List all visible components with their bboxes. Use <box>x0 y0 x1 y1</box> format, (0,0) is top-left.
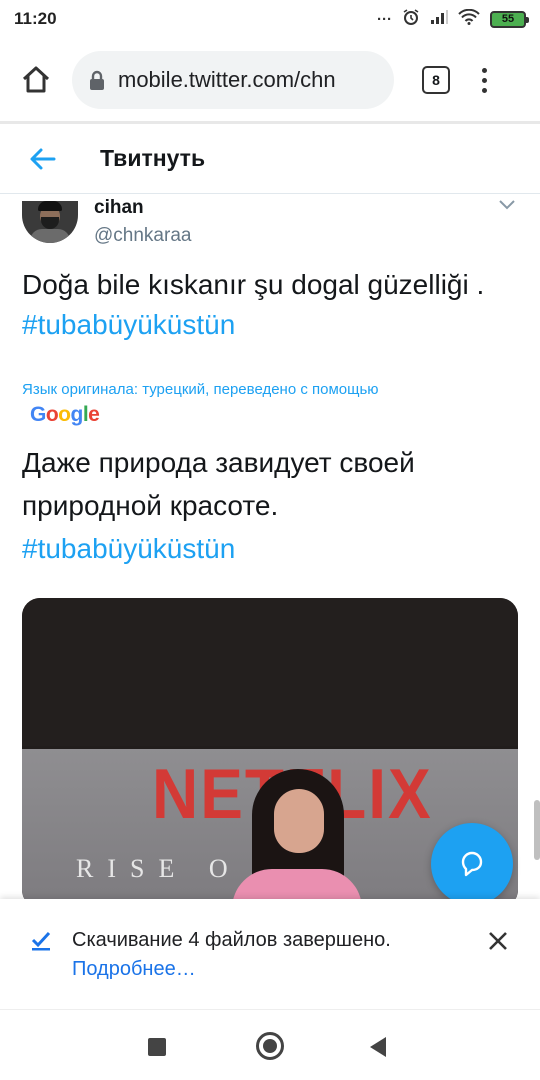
home-icon <box>22 66 50 93</box>
translation-body: Даже природа завидует своей природной кр… <box>22 447 415 521</box>
translation-notice: Язык оригинала: турецкий, переведено с п… <box>22 381 379 398</box>
compose-reply-button[interactable] <box>431 823 513 905</box>
google-logo: Google <box>30 403 100 426</box>
download-title: Скачивание 4 файлов завершено. <box>72 929 391 951</box>
status-time: 11:20 <box>14 9 57 28</box>
scrollbar[interactable] <box>534 800 540 860</box>
menu-dot <box>481 67 487 73</box>
lock-icon <box>90 70 104 90</box>
chat-bubble-icon <box>461 851 483 877</box>
page-title: Твитнуть <box>100 145 206 171</box>
system-nav-bar <box>0 1009 540 1080</box>
home-nav-button[interactable] <box>256 1032 284 1060</box>
download-notification: Скачивание 4 файлов завершено. Подробнее… <box>0 899 540 1009</box>
battery-icon: 55 <box>490 10 529 28</box>
home-button[interactable] <box>14 58 58 102</box>
download-complete-icon <box>31 931 51 951</box>
alarm-icon <box>402 8 420 30</box>
display-name[interactable]: cihan <box>94 197 191 219</box>
close-icon[interactable] <box>486 929 510 953</box>
browser-menu-button[interactable] <box>480 67 488 93</box>
address-bar[interactable]: mobile.twitter.com/chn <box>72 51 394 109</box>
status-bar: 11:20 ··· 55 <box>0 0 540 38</box>
video-frame-dark <box>22 598 518 746</box>
hashtag-link[interactable]: #tubabüyüküstün <box>22 309 235 340</box>
menu-dot <box>481 87 487 93</box>
wifi-icon <box>458 8 480 29</box>
chevron-down-icon[interactable] <box>498 199 516 211</box>
dots-icon: ··· <box>377 10 392 28</box>
download-details-link[interactable]: Подробнее… <box>72 958 196 981</box>
recents-button[interactable] <box>148 1038 166 1056</box>
avatar[interactable] <box>22 201 78 243</box>
menu-dot <box>481 77 487 83</box>
browser-toolbar: mobile.twitter.com/chn 8 <box>0 40 540 120</box>
page-header: Твитнуть <box>0 124 540 194</box>
url-text: mobile.twitter.com/chn <box>118 67 336 92</box>
translated-text: Даже природа завидует своей природной кр… <box>22 441 518 570</box>
tweet-author[interactable]: cihan @chnkaraa <box>22 197 191 247</box>
tweet-body: Doğa bile kıskanır şu dogal güzelliği . <box>22 269 485 300</box>
user-handle[interactable]: @chnkaraa <box>94 225 191 247</box>
translation-hashtag-link[interactable]: #tubabüyüküstün <box>22 533 235 564</box>
back-nav-button[interactable] <box>370 1037 386 1057</box>
tweet-text: Doğa bile kıskanır şu dogal güzelliği . … <box>22 265 518 345</box>
signal-icon <box>430 9 448 29</box>
status-icons: ··· 55 <box>377 8 529 30</box>
back-arrow-icon[interactable] <box>28 144 58 174</box>
tab-switcher-button[interactable]: 8 <box>422 66 450 94</box>
